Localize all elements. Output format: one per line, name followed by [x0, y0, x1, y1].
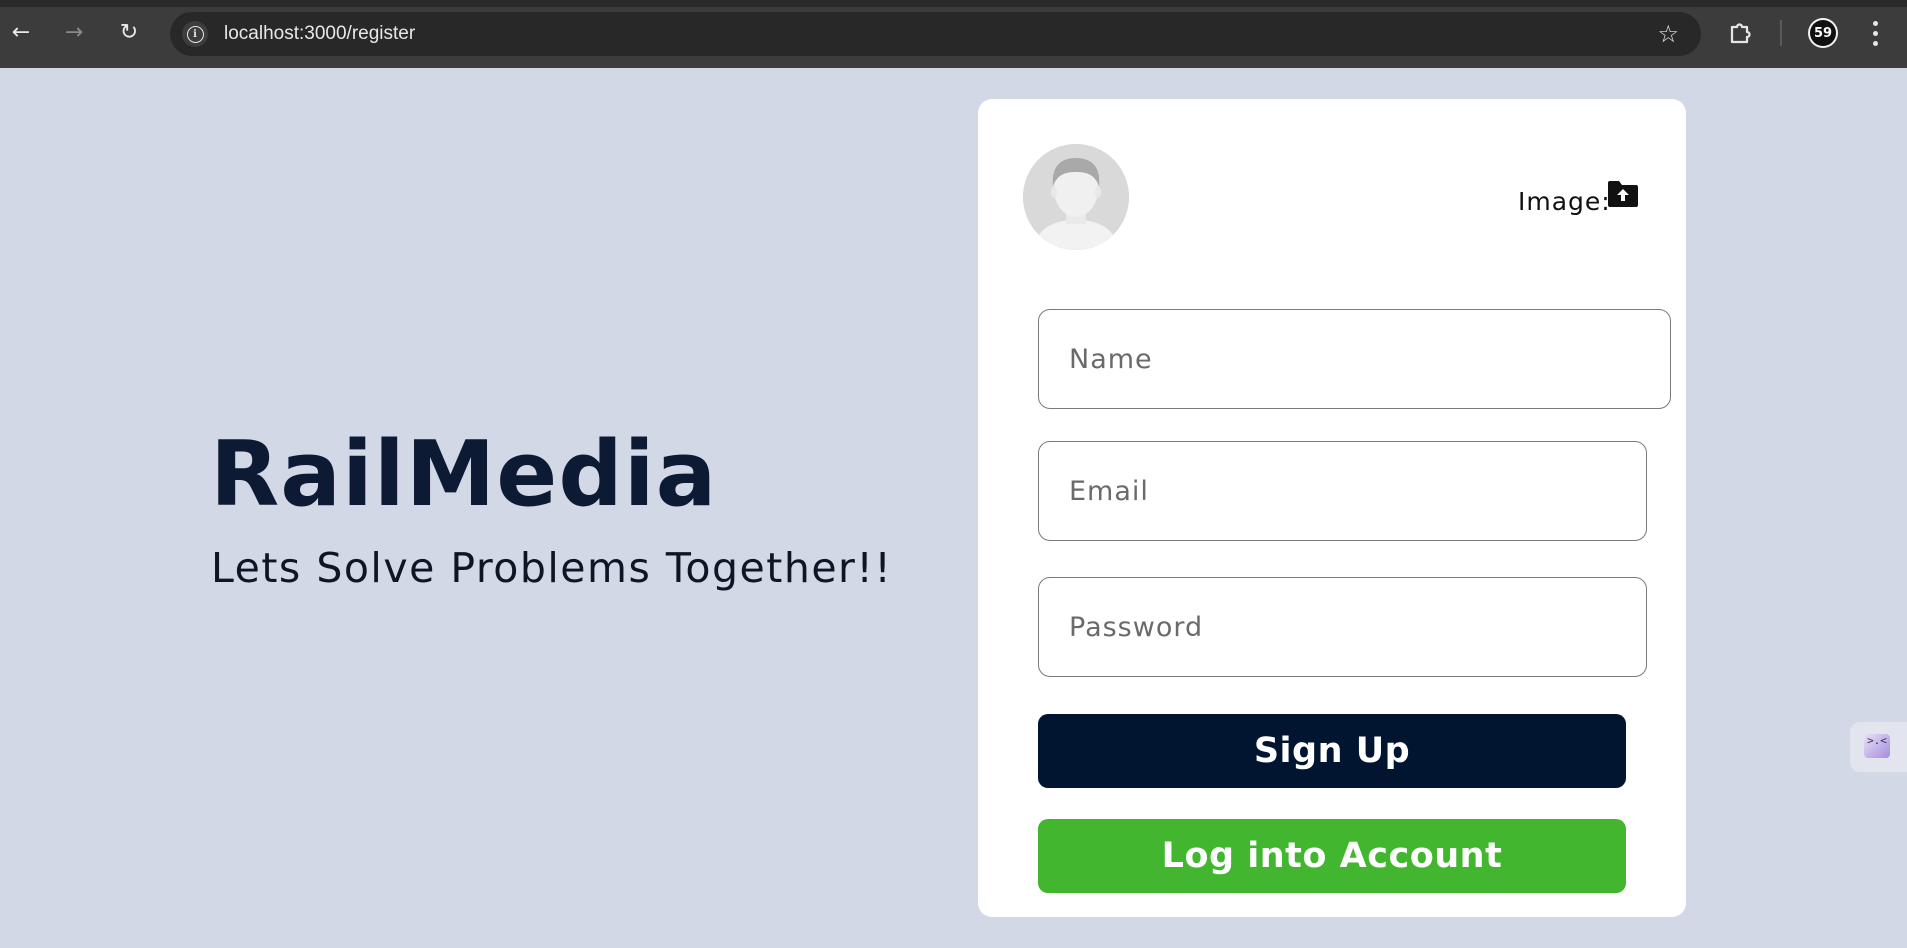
floating-extension-widget[interactable]: >.< [1850, 722, 1907, 772]
register-card: Image: Sign Up Log into Account [978, 99, 1686, 917]
password-input[interactable] [1038, 577, 1647, 677]
image-upload-label: Image: [1518, 187, 1611, 216]
extension-face-icon: >.< [1864, 734, 1890, 758]
toolbar-divider [1780, 20, 1782, 46]
email-input[interactable] [1038, 441, 1647, 541]
site-info-button[interactable]: i [182, 21, 208, 47]
brand-title: RailMedia [210, 422, 718, 527]
address-bar[interactable]: i localhost:3000/register ☆ [170, 12, 1701, 56]
brand-tagline: Lets Solve Problems Together!! [211, 544, 893, 592]
bookmark-star-icon[interactable]: ☆ [1657, 19, 1679, 49]
info-icon: i [186, 25, 204, 43]
sign-up-button[interactable]: Sign Up [1038, 714, 1626, 788]
tab-strip [0, 0, 1907, 7]
back-arrow-icon: ← [11, 20, 31, 45]
url-text[interactable]: localhost:3000/register [224, 23, 415, 45]
name-input[interactable] [1038, 309, 1671, 409]
profile-avatar-placeholder [1023, 144, 1129, 250]
folder-upload-icon[interactable] [1607, 180, 1639, 208]
extensions-puzzle-icon[interactable] [1727, 17, 1757, 47]
reload-icon: ↻ [119, 20, 139, 45]
log-into-account-button[interactable]: Log into Account [1038, 819, 1626, 893]
back-button[interactable]: ← [4, 16, 38, 50]
default-user-icon [1023, 144, 1129, 250]
browser-menu-icon[interactable] [1862, 14, 1888, 52]
browser-toolbar: ← → ↻ i localhost:3000/register ☆ 59 [0, 0, 1907, 68]
forward-button[interactable]: → [57, 16, 91, 50]
reload-button[interactable]: ↻ [112, 16, 146, 50]
forward-arrow-icon: → [64, 20, 84, 45]
profile-initials: 59 [1810, 20, 1836, 46]
profile-avatar-button[interactable]: 59 [1808, 18, 1838, 48]
